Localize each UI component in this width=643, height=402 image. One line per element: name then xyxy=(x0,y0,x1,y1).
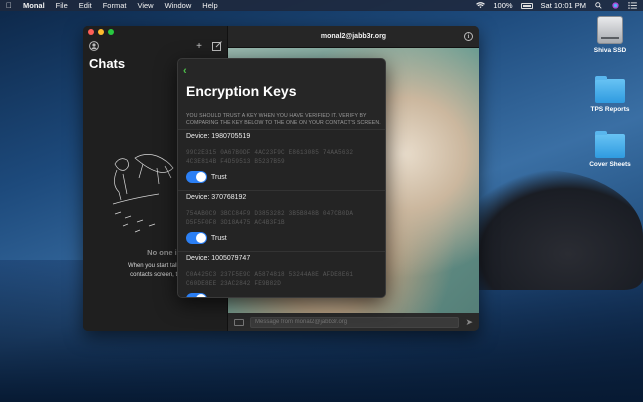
trust-toggle[interactable] xyxy=(186,171,207,183)
device-label: Device: 370768192 xyxy=(186,194,247,201)
device-key: 99C2E315 0A67B0DF 4AC23F9C E8613085 74AA… xyxy=(186,148,382,166)
device-key: 754AB0C9 3BCC84F9 D3853282 3B5B848B 047C… xyxy=(186,209,382,227)
minimize-window-button[interactable] xyxy=(98,29,104,35)
desktop-wallpaper-island xyxy=(455,170,643,290)
compose-icon[interactable] xyxy=(212,41,222,51)
device-key-line: C60DE8EE 23AC2842 FE9B82D xyxy=(186,280,282,287)
panel-note: You should trust a key when you have ver… xyxy=(186,113,381,126)
search-icon[interactable] xyxy=(594,2,603,9)
chat-header: monal2@jabb3r.org i xyxy=(228,26,479,48)
device-row: Device: 1005079747 C0A425C3 237F5E9C A58… xyxy=(178,251,385,297)
device-list: Device: 1980705519 99C2E315 0A67B0DF 4AC… xyxy=(178,129,385,297)
account-icon[interactable] xyxy=(89,41,99,51)
folder-icon xyxy=(595,131,625,158)
device-key-line: 99C2E315 0A67B0DF 4AC23F9C E8613085 74AA… xyxy=(186,149,354,156)
battery-icon[interactable] xyxy=(520,2,533,9)
chat-contact-title: monal2@jabb3r.org xyxy=(320,33,387,40)
empty-chats-illustration-icon xyxy=(112,154,174,233)
menu-edit[interactable]: Edit xyxy=(79,1,92,10)
trust-toggle[interactable] xyxy=(186,232,207,244)
chat-input-bar: ➤ xyxy=(228,313,479,331)
trust-toggle[interactable] xyxy=(186,293,207,297)
menu-help[interactable]: Help xyxy=(202,1,217,10)
close-window-button[interactable] xyxy=(88,29,94,35)
info-icon[interactable]: i xyxy=(464,32,473,41)
device-label: Device: 1980705519 xyxy=(186,133,251,140)
back-chevron-icon[interactable]: ‹ xyxy=(183,65,187,77)
device-key-line: D5F5F0F8 3D18A475 AC4B3F1B xyxy=(186,219,285,226)
device-key-line: C0A425C3 237F5E9C A5874818 53244A8E AFDE… xyxy=(186,271,354,278)
camera-icon[interactable] xyxy=(234,318,244,326)
trust-label: Trust xyxy=(211,234,227,242)
message-input[interactable] xyxy=(250,316,460,328)
menu-view[interactable]: View xyxy=(137,1,153,10)
trust-row xyxy=(186,293,207,297)
menu-file[interactable]: File xyxy=(56,1,68,10)
zoom-window-button[interactable] xyxy=(108,29,114,35)
device-label: Device: 1005079747 xyxy=(186,255,251,262)
trust-label: Trust xyxy=(211,173,227,181)
wifi-icon[interactable] xyxy=(476,2,486,9)
folder-icon xyxy=(595,76,625,103)
device-row: Device: 1980705519 99C2E315 0A67B0DF 4AC… xyxy=(178,129,385,190)
desktop-icon-shiva-ssd[interactable]: Shiva SSD xyxy=(580,16,640,54)
menu-window[interactable]: Window xyxy=(165,1,192,10)
encryption-keys-panel: ‹ Encryption Keys You should trust a key… xyxy=(177,58,386,298)
desktop-icon-label: Shiva SSD xyxy=(593,47,627,54)
trust-row: Trust xyxy=(186,171,227,183)
menu-format[interactable]: Format xyxy=(103,1,127,10)
trust-row: Trust xyxy=(186,232,227,244)
control-center-icon[interactable] xyxy=(628,2,637,9)
panel-title: Encryption Keys xyxy=(186,83,297,99)
device-row: Device: 370768192 754AB0C9 3BCC84F9 D385… xyxy=(178,190,385,251)
desktop-icon-cover-sheets[interactable]: Cover Sheets xyxy=(580,131,640,168)
device-key-line: 4C3E814B F4D59513 B5237B59 xyxy=(186,158,285,165)
device-key: C0A425C3 237F5E9C A5874818 53244A8E AFDE… xyxy=(186,270,382,288)
siri-icon[interactable] xyxy=(611,2,620,9)
chats-title: Chats xyxy=(89,56,126,71)
send-icon[interactable]: ➤ xyxy=(465,317,473,328)
device-key-line: 754AB0C9 3BCC84F9 D3853282 3B5B848B 047C… xyxy=(186,210,354,217)
menu-bar:  Monal File Edit Format View Window Hel… xyxy=(0,0,643,11)
sidebar-toolbar: + xyxy=(83,38,228,54)
desktop-icon-label: Cover Sheets xyxy=(589,161,631,168)
apple-menu-icon[interactable]:  xyxy=(6,1,12,10)
hard-drive-icon xyxy=(597,16,623,44)
menu-clock[interactable]: Sat 10:01 PM xyxy=(541,1,586,10)
desktop-icon-tps-reports[interactable]: TPS Reports xyxy=(580,76,640,113)
desktop-icon-label: TPS Reports xyxy=(590,106,630,113)
window-controls xyxy=(88,29,114,35)
menu-app-name[interactable]: Monal xyxy=(23,1,45,10)
add-contact-icon[interactable]: + xyxy=(194,41,204,52)
battery-percent: 100% xyxy=(493,1,513,10)
